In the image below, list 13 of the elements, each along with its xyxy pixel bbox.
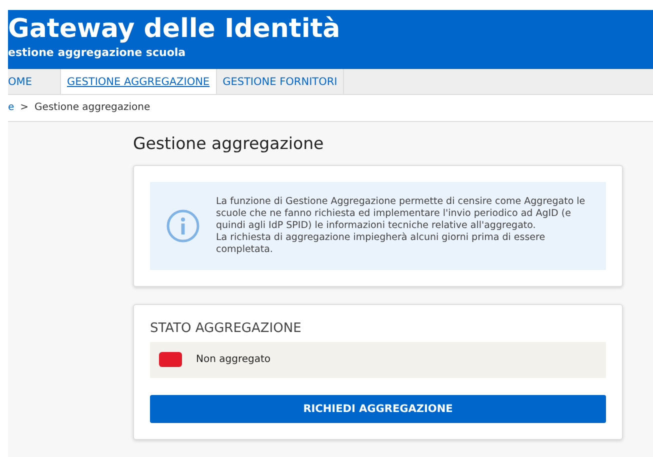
section-heading: STATO AGGREGAZIONE: [150, 320, 302, 336]
breadcrumb-separator: >: [20, 102, 29, 114]
nav-tab[interactable]: GESTIONE AGGREGAZIONE: [60, 69, 217, 94]
info-text: La funzione di Gestione Aggregazione permette di censire come Aggregato le scuole che ne fanno richiesta ed implementare l'invio periodico ad AgID (e quindi agli IdP SPID) le informazioni tecniche relative all'aggregato. La richiesta di aggregazione impiegherà alcuni giorni prima di essere completata.: [216, 196, 586, 256]
breadcrumb-link[interactable]: e: [8, 102, 14, 114]
site-subtitle: estione aggregazione scuola: [8, 46, 187, 60]
site-title: Gateway delle Identità: [8, 14, 342, 44]
nav-tab[interactable]: GESTIONE FORNITORI: [216, 69, 344, 94]
page-title: Gestione aggregazione: [133, 134, 325, 153]
request-button[interactable]: RICHIEDI AGGREGAZIONE: [150, 394, 606, 423]
status-label: Non aggregato: [196, 354, 270, 366]
breadcrumb-current: Gestione aggregazione: [34, 102, 150, 114]
info-icon: [166, 208, 200, 243]
